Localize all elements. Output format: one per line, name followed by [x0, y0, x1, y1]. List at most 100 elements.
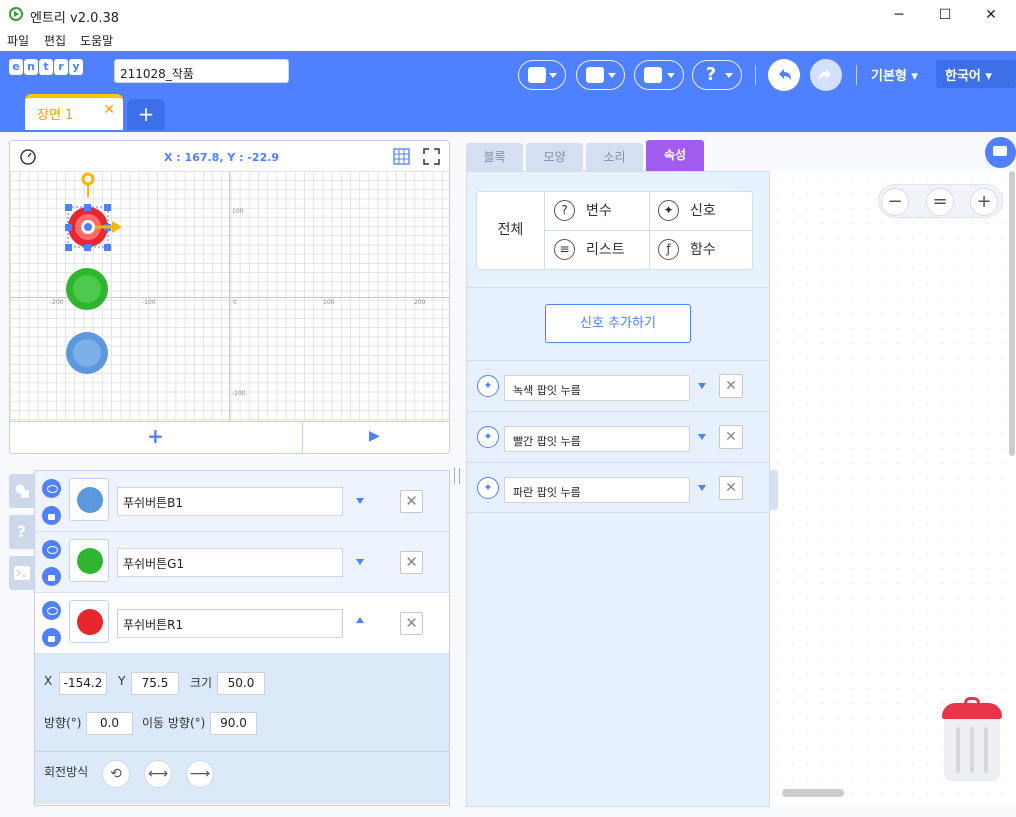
chevron-down-icon [608, 73, 616, 78]
zoom-in-button[interactable]: + [970, 188, 998, 216]
category-label: 신호 [690, 203, 716, 219]
zoom-controls: − = + [878, 184, 1003, 218]
chevron-up-icon[interactable] [356, 617, 364, 623]
delete-object-button[interactable]: ✕ [400, 612, 423, 635]
panel-resize-handle[interactable] [454, 468, 460, 484]
help-tab[interactable]: ? [9, 515, 34, 549]
category-label: 함수 [690, 242, 716, 258]
tab-blocks[interactable]: 블록 [466, 143, 523, 171]
axis-label: 200 [414, 299, 426, 306]
lock-icon[interactable] [42, 506, 61, 525]
category-list[interactable]: ≡ 리스트 [546, 231, 650, 269]
mode-selector[interactable]: 기본형 ▾ [871, 65, 918, 84]
scene-tab[interactable]: 장면 1 ✕ [25, 94, 123, 130]
entry-logo[interactable]: e n t r y [9, 59, 83, 77]
menu-help[interactable]: 도움말 [80, 32, 113, 49]
delete-signal-button[interactable]: ✕ [719, 374, 743, 398]
category-all[interactable]: 전체 [477, 192, 545, 269]
palette-resize-handle[interactable] [770, 470, 778, 510]
lock-icon[interactable] [42, 567, 61, 586]
stage-canvas[interactable]: -200 -100 0 100 200 100 -100 [10, 171, 449, 421]
delete-object-button[interactable]: ✕ [400, 551, 423, 574]
tab-attributes[interactable]: 속성 [646, 140, 704, 171]
object-row[interactable]: 푸쉬버튼G1 ✕ [35, 532, 449, 593]
visibility-eye-icon[interactable] [42, 601, 61, 620]
object-thumbnail-ball [77, 548, 103, 574]
object-properties: X -154.2 Y 75.5 크기 50.0 방향(°) 0.0 이동 방향(… [35, 654, 449, 804]
minimize-button[interactable]: ─ [876, 0, 922, 30]
redo-button[interactable] [810, 59, 842, 91]
red-button-sprite[interactable] [60, 171, 126, 257]
move-direction-input[interactable]: 90.0 [210, 712, 257, 735]
menu-file[interactable]: 파일 [7, 32, 29, 49]
object-tab[interactable] [9, 474, 34, 508]
console-tab[interactable] [9, 556, 34, 590]
object-name-input[interactable]: 푸쉬버튼B1 [117, 487, 343, 516]
tab-sounds[interactable]: 소리 [586, 143, 643, 171]
project-name-input[interactable]: 211028_작품 [114, 59, 289, 83]
category-variable[interactable]: ? 변수 [546, 192, 650, 230]
horizontal-scrollbar[interactable] [782, 789, 844, 797]
fullscreen-icon[interactable] [423, 148, 440, 165]
chat-icon[interactable] [985, 137, 1016, 168]
signal-icon: ✦ [477, 426, 499, 448]
language-selector[interactable]: 한국어 ▾ [936, 60, 1016, 88]
x-input[interactable]: -154.2 [59, 672, 107, 695]
rotate-horizontal-button[interactable]: ⟷ [144, 760, 172, 788]
object-row[interactable]: 푸쉬버튼B1 ✕ [35, 471, 449, 532]
undo-button[interactable] [768, 59, 800, 91]
scene-close-icon[interactable]: ✕ [103, 102, 115, 118]
lock-icon[interactable] [42, 628, 61, 647]
chevron-down-icon[interactable] [698, 383, 706, 389]
maximize-button[interactable]: ☐ [922, 0, 968, 30]
object-row-selected[interactable]: 푸쉬버튼R1 ✕ [35, 593, 449, 654]
object-name-input[interactable]: 푸쉬버튼R1 [117, 609, 343, 638]
trash-icon[interactable] [940, 697, 1004, 783]
add-object-button[interactable]: + [147, 424, 164, 448]
y-input[interactable]: 75.5 [131, 672, 179, 695]
add-signal-button[interactable]: 신호 추가하기 [545, 304, 691, 343]
zoom-reset-button[interactable]: = [926, 188, 954, 216]
stage-toolbar: X : 167.8, Y : -22.9 [10, 141, 449, 171]
menu-edit[interactable]: 편집 [44, 32, 66, 49]
rotate-none-button[interactable]: ⟶ [186, 760, 214, 788]
delete-signal-button[interactable]: ✕ [719, 425, 743, 449]
chevron-down-icon[interactable] [356, 498, 364, 504]
category-signal[interactable]: ✦ 신호 [650, 192, 754, 230]
chevron-down-icon[interactable] [698, 434, 706, 440]
help-icon: ? [705, 64, 717, 85]
chevron-down-icon[interactable] [356, 559, 364, 565]
delete-signal-button[interactable]: ✕ [719, 476, 743, 500]
delete-object-button[interactable]: ✕ [400, 490, 423, 513]
save-button[interactable] [634, 60, 684, 90]
vertical-scrollbar[interactable] [1009, 171, 1015, 456]
run-button[interactable]: ▶ [369, 428, 380, 444]
signal-name-input[interactable]: 파란 팝잇 누름 [504, 477, 690, 503]
menu-bar: 파일 편집 도움말 [0, 30, 1016, 51]
category-function[interactable]: ƒ 함수 [650, 231, 754, 269]
help-menu-button[interactable]: ? [692, 60, 742, 90]
add-scene-button[interactable]: + [127, 99, 165, 130]
signal-name-input[interactable]: 빨간 팝잇 누름 [504, 426, 690, 452]
speed-gauge-icon[interactable] [19, 148, 37, 166]
stage-panel: X : 167.8, Y : -22.9 -200 -100 0 100 200… [9, 140, 450, 454]
grid-icon[interactable] [393, 148, 410, 165]
open-project-button[interactable] [576, 60, 625, 90]
new-project-button[interactable] [518, 60, 566, 90]
tab-shapes[interactable]: 모양 [526, 143, 583, 171]
rotate-free-button[interactable]: ⟲ [102, 760, 130, 788]
size-input[interactable]: 50.0 [217, 672, 265, 695]
direction-input[interactable]: 0.0 [86, 712, 133, 735]
divider [467, 287, 769, 288]
visibility-eye-icon[interactable] [42, 479, 61, 498]
blue-button-sprite[interactable] [65, 331, 110, 376]
signal-name-input[interactable]: 녹색 팝잇 누름 [504, 375, 690, 401]
zoom-out-button[interactable]: − [881, 188, 909, 216]
chevron-down-icon[interactable] [698, 485, 706, 491]
object-name-input[interactable]: 푸쉬버튼G1 [117, 548, 343, 577]
green-button-sprite[interactable] [65, 267, 110, 312]
close-button[interactable]: ✕ [968, 0, 1014, 30]
visibility-eye-icon[interactable] [42, 540, 61, 559]
axis-label: -100 [142, 299, 156, 306]
signal-icon: ✦ [477, 477, 499, 499]
